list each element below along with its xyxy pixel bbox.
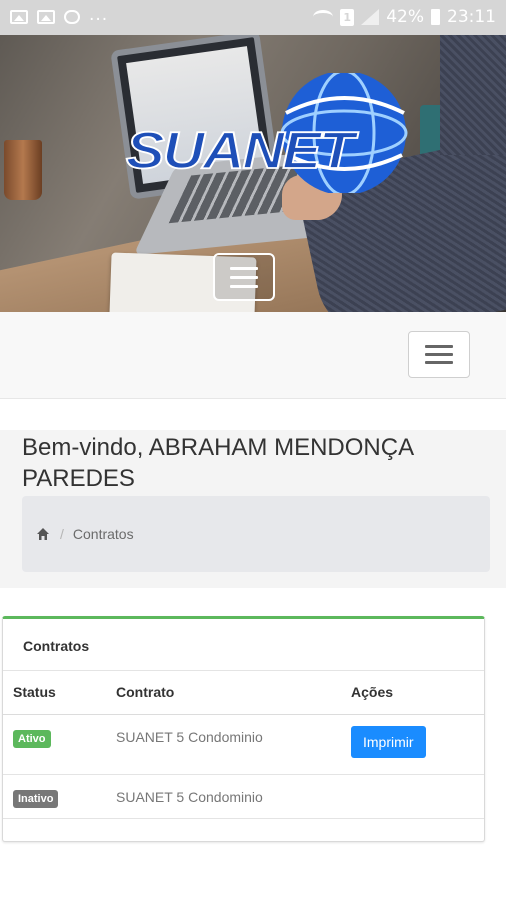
- status-bar: ... 1 42% 23:11: [0, 0, 506, 35]
- hero-menu-button[interactable]: [213, 253, 275, 301]
- hamburger-icon-bar: [425, 353, 453, 356]
- signal-icon: [361, 9, 380, 25]
- battery-level: 42%: [386, 7, 424, 27]
- table-row: Inativo SUANET 5 Condominio: [3, 774, 484, 819]
- photo-icon: [37, 9, 55, 24]
- contracts-panel: Contratos Status Contrato Ações Ativo SU…: [2, 616, 485, 842]
- status-badge: Inativo: [13, 789, 59, 808]
- status-cell: Inativo: [3, 774, 106, 819]
- actions-cell: Imprimir: [341, 714, 484, 775]
- battery-icon: [431, 9, 440, 25]
- logo-text: SUANET: [125, 120, 355, 180]
- hamburger-icon: [425, 345, 453, 348]
- status-bar-right: 1 42% 23:11: [313, 7, 496, 27]
- column-header-actions: Ações: [341, 671, 484, 715]
- column-header-contract: Contrato: [106, 671, 341, 715]
- hamburger-icon-bar: [230, 276, 258, 279]
- suanet-logo[interactable]: SUANET: [125, 69, 416, 197]
- column-header-status: Status: [3, 671, 106, 715]
- key-icon: [64, 9, 80, 24]
- image-icon: [10, 9, 28, 24]
- wifi-icon: [313, 10, 334, 24]
- hero-mug: [4, 140, 42, 200]
- breadcrumb: / Contratos: [22, 496, 490, 572]
- home-icon[interactable]: [36, 527, 50, 541]
- page-title: Bem-vindo, ABRAHAM MENDONÇA PAREDES: [22, 434, 413, 492]
- breadcrumb-current: Contratos: [72, 526, 134, 542]
- more-notifications: ...: [89, 5, 109, 25]
- status-badge: Ativo: [13, 729, 51, 748]
- status-bar-left: ...: [10, 5, 109, 25]
- table-header-row: Status Contrato Ações: [3, 671, 484, 715]
- hero-arm-upper: [440, 35, 506, 155]
- hamburger-icon: [230, 267, 258, 270]
- breadcrumb-separator: /: [60, 526, 64, 542]
- contract-name: SUANET 5 Condominio: [106, 774, 341, 819]
- panel-title: Contratos: [3, 619, 484, 671]
- print-button[interactable]: Imprimir: [351, 725, 426, 758]
- navbar: [0, 312, 506, 399]
- hamburger-icon-bar: [425, 361, 453, 364]
- sim-icon: 1: [340, 8, 355, 26]
- hamburger-icon-bar: [230, 285, 258, 288]
- actions-cell: [341, 774, 484, 819]
- navbar-toggle-button[interactable]: [408, 331, 470, 378]
- clock: 23:11: [447, 7, 496, 27]
- status-cell: Ativo: [3, 714, 106, 775]
- contracts-table: Status Contrato Ações Ativo SUANET 5 Con…: [3, 671, 484, 819]
- contract-name: SUANET 5 Condominio: [106, 714, 341, 775]
- table-row: Ativo SUANET 5 Condominio Imprimir: [3, 714, 484, 775]
- content-header: Bem-vindo, ABRAHAM MENDONÇA PAREDES / Co…: [0, 430, 506, 588]
- hero-banner: SUANET: [0, 35, 506, 312]
